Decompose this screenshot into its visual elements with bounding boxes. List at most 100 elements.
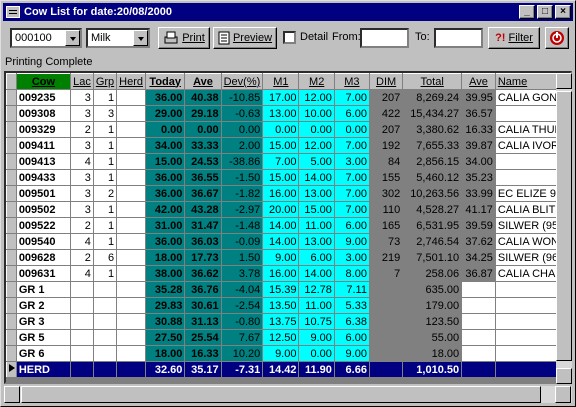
column-header[interactable]: Today [145,73,186,90]
table-cell[interactable]: 207 [369,89,404,106]
table-cell[interactable]: 1 [93,137,118,154]
row-indicator[interactable] [6,153,17,170]
table-cell[interactable] [93,281,118,298]
table-cell[interactable]: 009235 [16,89,72,106]
table-cell[interactable]: 4 [70,153,94,170]
table-cell[interactable] [369,297,404,314]
table-cell[interactable]: -2.97 [221,201,264,218]
table-cell[interactable]: 192 [369,137,404,154]
herd-total-row[interactable]: HERD 32.60 35.17 -7.31 14.42 11.90 6.66 1,010.5… [6,361,570,378]
table-cell[interactable]: 2.00 [221,137,264,154]
table-cell[interactable]: 009522 [16,217,72,234]
table-cell[interactable]: 1 [93,121,118,138]
table-cell[interactable]: 3 [70,201,94,218]
table-cell[interactable] [70,329,94,346]
table-cell[interactable]: 009501 [16,185,72,202]
filter-button[interactable]: ?! Filter [488,27,540,49]
column-header[interactable]: M2 [298,73,335,90]
table-cell[interactable]: 39.95 [461,89,496,106]
table-cell[interactable]: 36.87 [461,265,496,282]
table-cell[interactable] [93,313,118,330]
table-cell[interactable]: 33.99 [461,185,496,202]
scroll-thumb[interactable] [556,91,572,361]
table-row[interactable]: 009235 3 1 36.00 40.38 -10.85 17.00 12.00 7.00 20… [6,89,570,106]
table-cell[interactable]: 9.00 [334,233,370,250]
table-cell[interactable] [369,345,404,362]
table-cell[interactable]: 31.00 [145,217,186,234]
table-cell[interactable]: 009308 [16,105,72,122]
table-cell[interactable]: 4 [70,233,94,250]
table-cell[interactable]: 6.66 [334,361,370,378]
table-cell[interactable]: 34.00 [145,137,186,154]
column-header[interactable]: Total [402,73,463,90]
row-indicator[interactable] [6,297,17,314]
code-combo[interactable]: 000100 [10,28,82,48]
table-cell[interactable]: -10.85 [221,89,264,106]
minimize-button[interactable]: _ [519,5,535,19]
cow-grid[interactable]: Cow Lac Grp Herd Today Ave Dev(%) M1 M2 M3 DIM Tota… [4,71,572,384]
table-cell[interactable]: 6.38 [334,313,370,330]
maximize-button[interactable]: □ [537,5,553,19]
table-cell[interactable]: 13.75 [262,313,300,330]
table-cell[interactable]: 258.06 [402,265,463,282]
table-cell[interactable]: 10,263.56 [402,185,463,202]
table-cell[interactable] [461,281,496,298]
table-cell[interactable]: 29.00 [145,105,186,122]
column-header[interactable]: Dev(%) [220,73,264,90]
table-cell[interactable]: 11.90 [298,361,335,378]
chevron-down-icon[interactable] [133,30,148,46]
row-indicator[interactable] [6,105,17,122]
table-cell[interactable]: 13.00 [262,105,300,122]
table-cell[interactable]: 7.11 [334,281,370,298]
table-cell[interactable]: 1 [93,265,118,282]
table-cell[interactable]: 13.00 [298,185,335,202]
table-cell[interactable]: 3 [70,89,94,106]
table-cell[interactable] [70,281,94,298]
table-cell[interactable]: 15.00 [298,201,335,218]
table-cell[interactable]: 32.60 [145,361,186,378]
column-header[interactable]: DIM [368,73,404,90]
row-indicator[interactable] [6,361,17,378]
table-cell[interactable]: -7.31 [221,361,264,378]
table-row[interactable]: 009502 3 1 42.00 43.28 -2.97 20.00 15.00 7.00 110… [6,201,570,218]
table-cell[interactable] [116,329,147,346]
table-cell[interactable]: 12.00 [298,89,335,106]
table-cell[interactable]: 30.88 [145,313,186,330]
table-cell[interactable] [116,217,147,234]
row-indicator[interactable] [6,137,17,154]
table-cell[interactable]: 17.00 [262,89,300,106]
column-header[interactable]: M1 [262,73,300,90]
table-cell[interactable]: 18.00 [145,249,186,266]
table-cell[interactable]: 10.75 [298,313,335,330]
table-cell[interactable]: 6,531.95 [402,217,463,234]
column-header[interactable]: Herd [116,73,147,90]
table-cell[interactable] [116,201,147,218]
table-cell[interactable]: 8.00 [334,265,370,282]
table-row[interactable]: 009501 3 2 36.00 36.67 -1.82 16.00 13.00 7.00 302… [6,185,570,202]
table-row[interactable]: 009631 4 1 38.00 36.62 3.78 16.00 14.00 8.00 7 258… [6,265,570,282]
table-cell[interactable]: 009329 [16,121,72,138]
table-cell[interactable]: 3 [70,137,94,154]
table-cell[interactable]: -4.04 [221,281,264,298]
table-cell[interactable]: 5.33 [334,297,370,314]
table-cell[interactable]: 35.28 [145,281,186,298]
table-cell[interactable]: -1.50 [221,169,264,186]
table-cell[interactable]: 33.33 [184,137,222,154]
table-cell[interactable]: 3,380.62 [402,121,463,138]
table-cell[interactable]: 7 [369,265,404,282]
table-row[interactable]: 009522 2 1 31.00 31.47 -1.48 14.00 11.00 6.00 165… [6,217,570,234]
table-cell[interactable] [116,137,147,154]
table-cell[interactable]: 7.00 [334,89,370,106]
table-cell[interactable]: 36.57 [461,105,496,122]
table-cell[interactable]: 1 [93,217,118,234]
table-cell[interactable]: 7,501.10 [402,249,463,266]
table-cell[interactable] [70,313,94,330]
table-cell[interactable]: 14.00 [262,233,300,250]
table-cell[interactable] [461,313,496,330]
table-cell[interactable]: 13.50 [262,297,300,314]
table-cell[interactable]: 31.13 [184,313,222,330]
from-date-field[interactable] [360,28,409,48]
table-cell[interactable]: 14.00 [298,169,335,186]
table-cell[interactable]: 009631 [16,265,72,282]
table-cell[interactable] [93,361,118,378]
